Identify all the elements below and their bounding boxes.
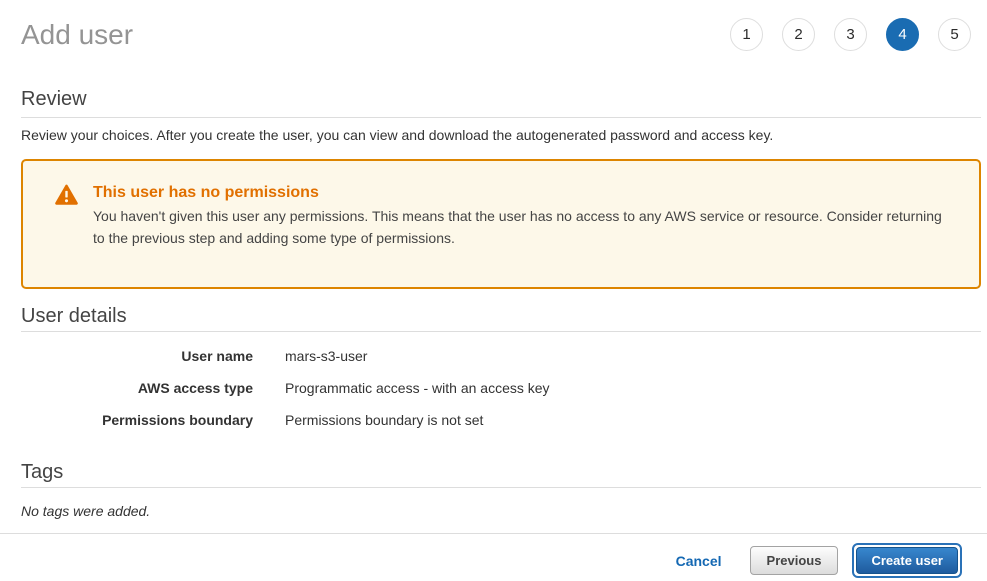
detail-value: Permissions boundary is not set bbox=[285, 412, 483, 428]
detail-row-permissions-boundary: Permissions boundary Permissions boundar… bbox=[21, 412, 981, 428]
tags-section: Tags No tags were added. bbox=[21, 461, 981, 519]
step-indicator-group: 1 2 3 4 5 bbox=[730, 18, 971, 51]
create-user-button[interactable]: Create user bbox=[856, 547, 958, 574]
section-divider bbox=[21, 117, 981, 118]
step-indicator-4[interactable]: 4 bbox=[886, 18, 919, 51]
warning-content: This user has no permissions You haven't… bbox=[93, 183, 949, 249]
review-description: Review your choices. After you create th… bbox=[21, 127, 981, 144]
section-divider bbox=[21, 331, 981, 332]
page-header: Add user 1 2 3 4 5 bbox=[0, 0, 987, 51]
detail-label: User name bbox=[21, 348, 253, 364]
detail-value: mars-s3-user bbox=[285, 348, 367, 364]
review-heading: Review bbox=[21, 88, 981, 111]
detail-row-user-name: User name mars-s3-user bbox=[21, 348, 981, 364]
step-indicator-2[interactable]: 2 bbox=[782, 18, 815, 51]
user-details-heading: User details bbox=[21, 305, 981, 328]
step-indicator-3[interactable]: 3 bbox=[834, 18, 867, 51]
section-divider bbox=[21, 487, 981, 488]
detail-label: Permissions boundary bbox=[21, 412, 253, 428]
step-indicator-1[interactable]: 1 bbox=[730, 18, 763, 51]
detail-value: Programmatic access - with an access key bbox=[285, 380, 550, 396]
warning-body: You haven't given this user any permissi… bbox=[93, 205, 949, 249]
cancel-button[interactable]: Cancel bbox=[676, 553, 722, 569]
step-indicator-5[interactable]: 5 bbox=[938, 18, 971, 51]
tags-heading: Tags bbox=[21, 461, 981, 484]
footer-bar: Cancel Previous Create user bbox=[0, 533, 987, 578]
create-user-button-focus-ring: Create user bbox=[852, 543, 962, 578]
warning-title: This user has no permissions bbox=[93, 183, 949, 202]
user-details-section: User details User name mars-s3-user AWS … bbox=[21, 305, 981, 428]
previous-button[interactable]: Previous bbox=[750, 546, 839, 575]
detail-label: AWS access type bbox=[21, 380, 253, 396]
detail-row-access-type: AWS access type Programmatic access - wi… bbox=[21, 380, 981, 396]
warning-triangle-icon bbox=[55, 184, 78, 205]
review-section: Review Review your choices. After you cr… bbox=[21, 88, 981, 289]
add-user-wizard: Add user 1 2 3 4 5 Review Review your ch… bbox=[0, 0, 987, 581]
page-title: Add user bbox=[21, 18, 133, 51]
no-permissions-warning-banner: This user has no permissions You haven't… bbox=[21, 159, 981, 289]
tags-empty-message: No tags were added. bbox=[21, 503, 981, 519]
